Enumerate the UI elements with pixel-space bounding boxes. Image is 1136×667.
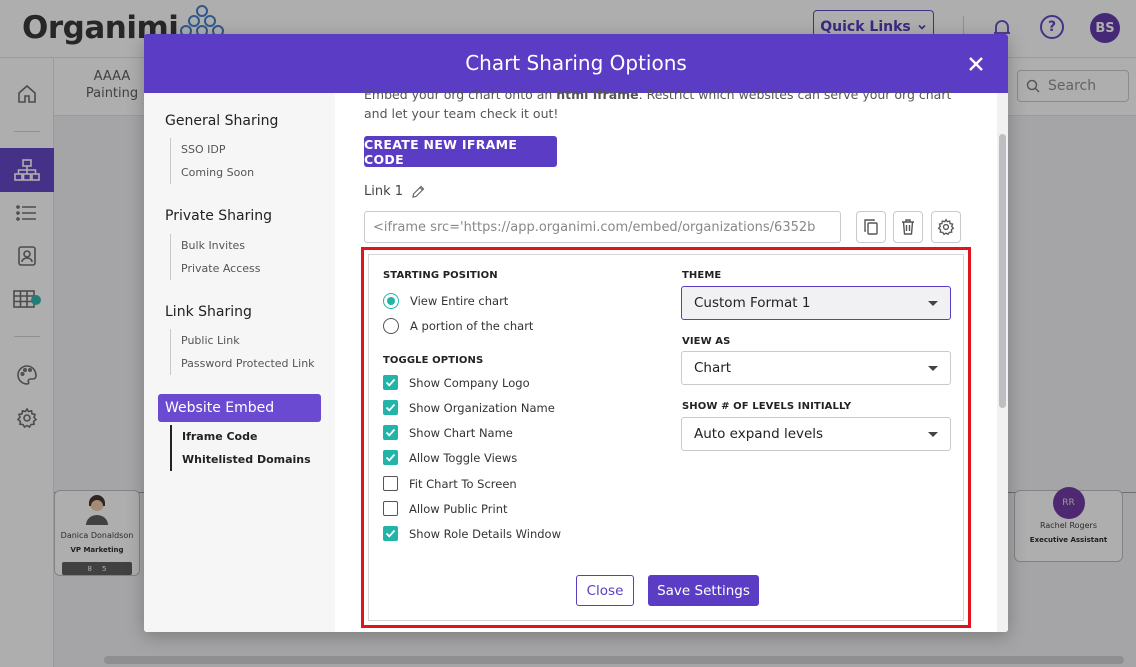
view-as-select[interactable]: Chart bbox=[681, 351, 951, 385]
toggle-fit-chart-to-screen[interactable]: Fit Chart To Screen bbox=[383, 476, 517, 491]
vertical-scrollbar-thumb[interactable] bbox=[999, 134, 1006, 408]
copy-icon bbox=[864, 219, 878, 235]
view-as-title: VIEW AS bbox=[682, 336, 731, 347]
pencil-icon[interactable] bbox=[411, 185, 425, 199]
sidebar-group-general-sharing[interactable]: General Sharing bbox=[165, 113, 278, 129]
sidebar-item-whitelisted-domains[interactable]: Whitelisted Domains bbox=[182, 448, 311, 471]
embed-settings-panel: STARTING POSITION View Entire chart A po… bbox=[368, 254, 964, 621]
save-settings-button[interactable]: Save Settings bbox=[648, 575, 759, 606]
checkbox[interactable] bbox=[383, 501, 398, 516]
theme-value: Custom Format 1 bbox=[694, 295, 811, 311]
starting-position-title: STARTING POSITION bbox=[383, 270, 498, 281]
embed-description: Embed your org chart onto an html iframe… bbox=[364, 85, 964, 123]
chart-sharing-modal: Chart Sharing Options General Sharing SS… bbox=[144, 34, 1008, 632]
sidebar-subitems: SSO IDP Coming Soon bbox=[170, 138, 254, 184]
view-as-value: Chart bbox=[694, 360, 732, 376]
embed-settings-highlight: STARTING POSITION View Entire chart A po… bbox=[361, 247, 971, 628]
copy-button[interactable] bbox=[856, 211, 886, 243]
radio-button[interactable] bbox=[383, 318, 399, 334]
modal-title: Chart Sharing Options bbox=[465, 51, 687, 75]
caret-down-icon bbox=[928, 301, 938, 306]
intro-text: Embed your org chart onto an bbox=[364, 87, 557, 102]
checkbox-label: Allow Public Print bbox=[409, 501, 508, 516]
sidebar-item-password-protected-link[interactable]: Password Protected Link bbox=[181, 352, 315, 375]
check-icon bbox=[385, 453, 396, 462]
toggle-show-role-details-window[interactable]: Show Role Details Window bbox=[383, 526, 561, 541]
checkbox[interactable] bbox=[383, 476, 398, 491]
caret-down-icon bbox=[928, 432, 938, 437]
create-iframe-code-button[interactable]: CREATE NEW IFRAME CODE bbox=[364, 136, 557, 167]
radio-view-entire-chart[interactable]: View Entire chart bbox=[383, 293, 508, 309]
radio-label: View Entire chart bbox=[410, 294, 509, 308]
sidebar-item-iframe-code[interactable]: Iframe Code bbox=[182, 425, 311, 448]
intro-emphasis: html iframe bbox=[556, 87, 639, 102]
toggle-show-organization-name[interactable]: Show Organization Name bbox=[383, 400, 555, 415]
sidebar-item-bulk-invites[interactable]: Bulk Invites bbox=[181, 234, 261, 257]
settings-button[interactable] bbox=[931, 211, 961, 243]
close-button[interactable]: Close bbox=[576, 575, 634, 606]
checkbox-label: Show Role Details Window bbox=[409, 526, 561, 541]
theme-select[interactable]: Custom Format 1 bbox=[681, 286, 951, 320]
checkbox-checked[interactable] bbox=[383, 400, 398, 415]
check-icon bbox=[385, 529, 396, 538]
embed-content: Embed your org chart onto an html iframe… bbox=[335, 87, 1008, 632]
link-name: Link 1 bbox=[364, 184, 404, 199]
checkbox-label: Allow Toggle Views bbox=[409, 450, 518, 465]
sidebar-item-private-access[interactable]: Private Access bbox=[181, 257, 261, 280]
sidebar-item-public-link[interactable]: Public Link bbox=[181, 329, 315, 352]
sidebar-item-coming-soon: Coming Soon bbox=[181, 166, 255, 179]
toggle-show-chart-name[interactable]: Show Chart Name bbox=[383, 425, 513, 440]
sidebar-subitems: Public Link Password Protected Link bbox=[170, 329, 315, 375]
sidebar-group-link-sharing[interactable]: Link Sharing bbox=[165, 304, 252, 320]
checkbox-checked[interactable] bbox=[383, 450, 398, 465]
toggle-show-company-logo[interactable]: Show Company Logo bbox=[383, 375, 530, 390]
link-title: Link 1 bbox=[364, 184, 425, 199]
toggle-allow-toggle-views[interactable]: Allow Toggle Views bbox=[383, 450, 517, 465]
caret-down-icon bbox=[928, 366, 938, 371]
levels-title: SHOW # OF LEVELS INITIALLY bbox=[682, 401, 852, 412]
radio-portion-of-chart[interactable]: A portion of the chart bbox=[383, 318, 533, 334]
check-icon bbox=[385, 403, 396, 412]
toggle-options-title: TOGGLE OPTIONS bbox=[383, 355, 484, 366]
trash-icon bbox=[902, 219, 914, 235]
radio-button-selected[interactable] bbox=[383, 293, 399, 309]
checkbox-checked[interactable] bbox=[383, 375, 398, 390]
checkbox-label: Show Company Logo bbox=[409, 375, 530, 390]
levels-select[interactable]: Auto expand levels bbox=[681, 417, 951, 451]
sidebar-subitems: Bulk Invites Private Access bbox=[170, 234, 261, 280]
checkbox-checked[interactable] bbox=[383, 526, 398, 541]
sidebar-group-private-sharing[interactable]: Private Sharing bbox=[165, 208, 272, 224]
checkbox-label: Show Organization Name bbox=[409, 400, 555, 415]
toggle-allow-public-print[interactable]: Allow Public Print bbox=[383, 501, 508, 516]
check-icon bbox=[385, 378, 396, 387]
radio-label: A portion of the chart bbox=[410, 319, 534, 333]
sidebar-subitems: Iframe Code Whitelisted Domains bbox=[170, 425, 311, 471]
levels-value: Auto expand levels bbox=[694, 426, 824, 442]
checkbox-label: Show Chart Name bbox=[409, 425, 513, 440]
sidebar-item-website-embed[interactable]: Website Embed bbox=[158, 394, 321, 422]
sidebar-item-sso-idp[interactable]: SSO IDP bbox=[181, 138, 254, 161]
iframe-code-field[interactable]: <iframe src='https://app.organimi.com/em… bbox=[364, 211, 841, 243]
close-icon[interactable] bbox=[964, 52, 988, 76]
theme-title: THEME bbox=[682, 270, 722, 281]
checkbox-label: Fit Chart To Screen bbox=[409, 476, 517, 491]
delete-button[interactable] bbox=[893, 211, 923, 243]
sharing-sidebar: General Sharing SSO IDP Coming Soon Priv… bbox=[144, 93, 335, 632]
checkbox-checked[interactable] bbox=[383, 425, 398, 440]
check-icon bbox=[385, 428, 396, 437]
gear-icon bbox=[937, 218, 955, 236]
